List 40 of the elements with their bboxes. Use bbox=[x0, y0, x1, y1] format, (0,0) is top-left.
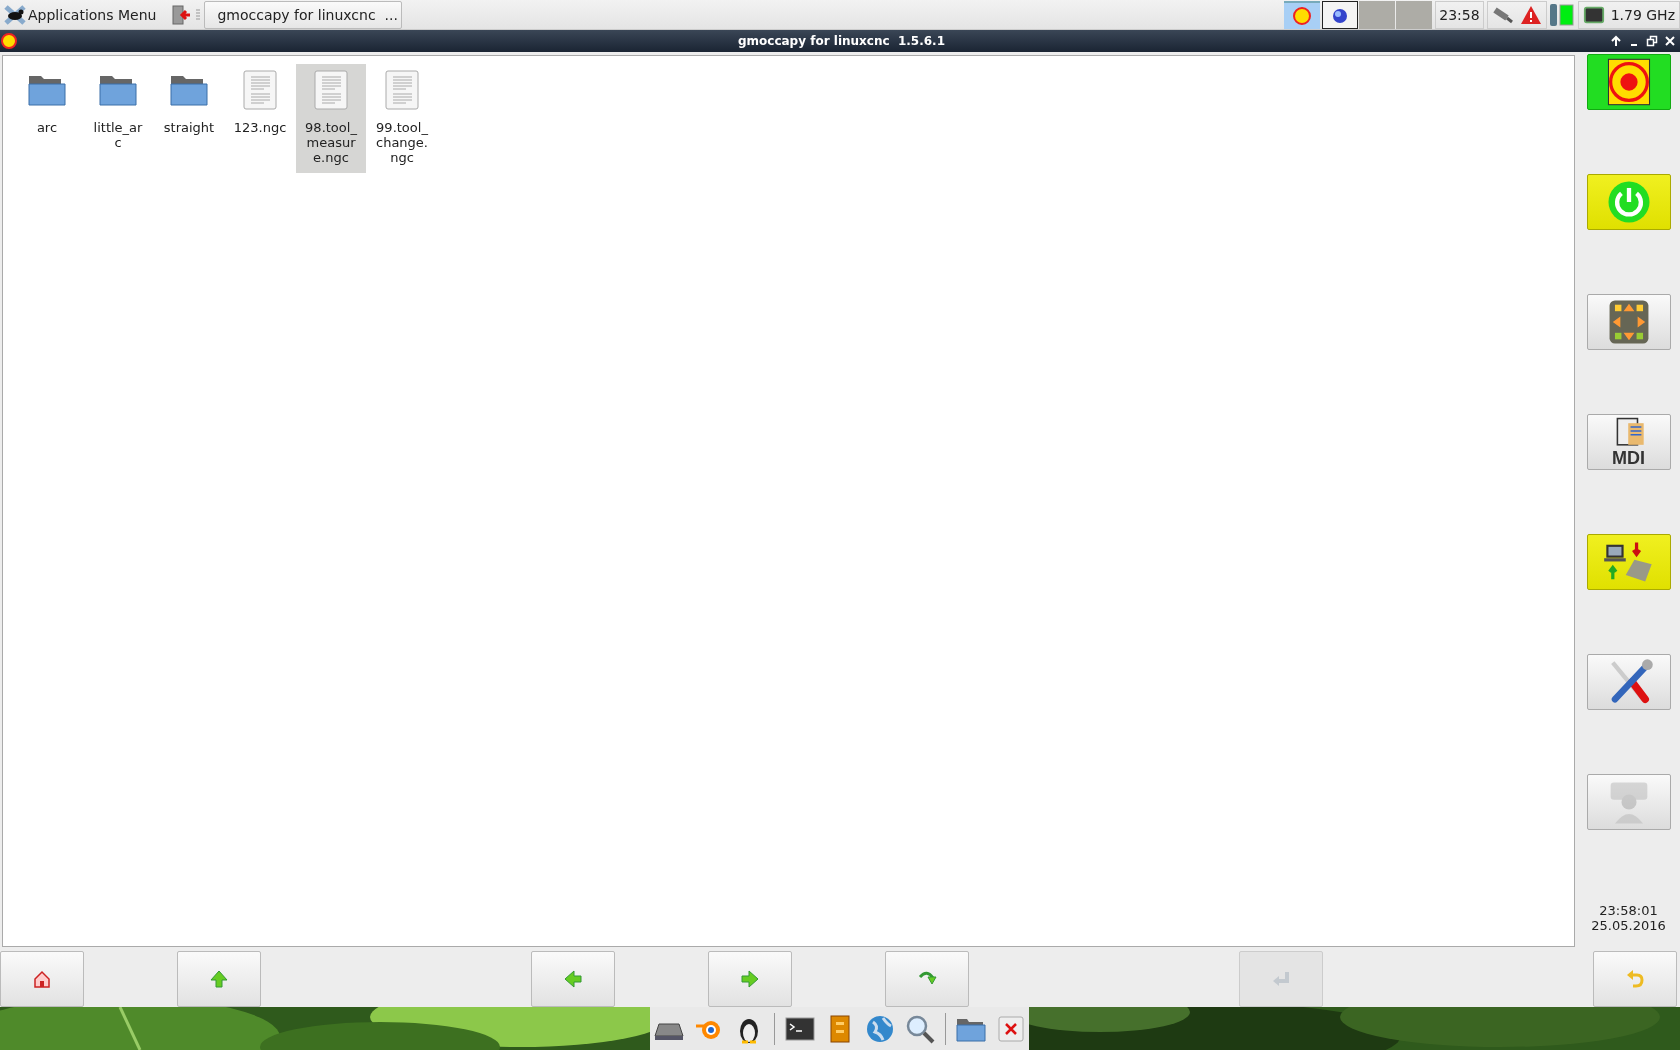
app-logo-icon bbox=[1, 33, 17, 49]
enter-arrow-icon bbox=[1271, 969, 1291, 989]
clock-time: 23:58:01 bbox=[1599, 903, 1658, 918]
file-item[interactable]: 123.ngc bbox=[225, 64, 295, 143]
drag-handle-icon[interactable] bbox=[196, 7, 201, 22]
home-button[interactable] bbox=[0, 951, 84, 1007]
settings-button[interactable] bbox=[1586, 654, 1671, 710]
taskbar-button[interactable]: gmoccapy for linuxcnc ... bbox=[204, 0, 403, 29]
app-logo-icon[interactable] bbox=[1291, 4, 1314, 27]
arrow-up-icon bbox=[209, 969, 229, 989]
arrow-right-icon bbox=[740, 969, 760, 989]
file-item[interactable]: 98.tool_measure.ngc bbox=[296, 64, 366, 173]
file-item[interactable]: straight bbox=[154, 64, 224, 143]
globe-icon[interactable] bbox=[864, 1013, 895, 1044]
mdi-button[interactable]: MDI bbox=[1586, 414, 1671, 470]
applications-menu[interactable]: Applications Menu bbox=[0, 0, 161, 29]
arrow-left-icon bbox=[563, 969, 583, 989]
auto-button[interactable] bbox=[1586, 534, 1671, 590]
power-button[interactable] bbox=[1586, 174, 1671, 230]
clock-date: 25.05.2016 bbox=[1591, 918, 1666, 933]
panel-clock[interactable]: 23:58 bbox=[1435, 0, 1484, 29]
document-icon bbox=[382, 70, 422, 110]
logout-icon[interactable] bbox=[170, 3, 193, 26]
search-icon[interactable] bbox=[904, 1013, 935, 1044]
maximize-icon[interactable] bbox=[1646, 35, 1658, 47]
file-item[interactable]: arc bbox=[12, 64, 82, 143]
undo-icon bbox=[1625, 969, 1645, 989]
home-icon bbox=[32, 969, 52, 989]
keep-above-icon[interactable] bbox=[1610, 35, 1622, 47]
window-title: gmoccapy for linuxcnc 1.5.6.1 bbox=[736, 34, 947, 48]
jog-button[interactable] bbox=[1586, 294, 1671, 350]
estop-button[interactable] bbox=[1586, 54, 1671, 110]
file-item[interactable]: little_arc bbox=[83, 64, 153, 158]
cpu-frequency: 1.79 GHz bbox=[1610, 6, 1675, 23]
close-icon[interactable] bbox=[1664, 35, 1676, 47]
mouse-logo-icon bbox=[4, 3, 26, 26]
cpu-graph-icon[interactable] bbox=[1548, 1, 1575, 28]
document-icon bbox=[240, 70, 280, 110]
file-item[interactable]: 99.tool_change.ngc bbox=[367, 64, 437, 173]
document-icon bbox=[311, 70, 351, 110]
